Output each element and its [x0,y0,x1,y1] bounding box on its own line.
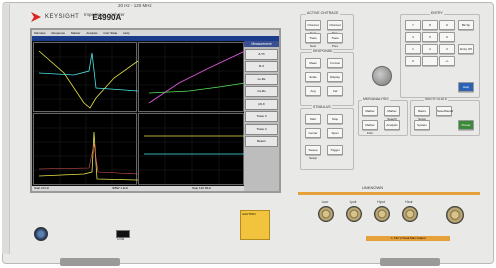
softkey[interactable]: Trace 4 [245,123,278,135]
hcur-connector-icon[interactable] [402,206,418,222]
active-group-label: ACTIVE CH/TRACE [306,11,340,15]
softkey[interactable]: Cs-Rs [245,86,278,97]
lpot-connector-icon[interactable] [346,206,362,222]
lcur-connector-icon[interactable] [318,206,334,222]
digit-3-key[interactable]: 3 [439,44,455,54]
digit-1-key[interactable]: 1 [405,44,421,54]
marker-func-key[interactable]: Marker Fctn [362,120,378,135]
sweep-setup-key[interactable]: Sweep Setup [305,145,321,160]
softkey[interactable]: Z-Th [245,48,278,60]
softkey[interactable]: Trace 3 [245,111,278,122]
marker-search-key[interactable]: Marker Search [384,106,400,121]
cal-key[interactable]: Cal [327,86,343,96]
window-titlebar: E4990A Impedance Analyzer [32,36,279,50]
output-warning: ⚠ ±42 V Peak Max Output [366,236,450,241]
softkey[interactable]: R-X [245,61,278,72]
display-screen[interactable]: Stimulus Response Marker Analysis Instr … [32,30,279,191]
power-button-icon[interactable] [34,227,48,241]
save-recall-key[interactable]: Save/Recall [436,106,453,116]
softkey[interactable]: |Z|-θ [245,98,278,110]
start-key[interactable]: Start [305,114,321,124]
screen-bezel: Stimulus Response Marker Analysis Instr … [30,28,281,193]
help-key[interactable]: Help [458,82,474,92]
trace-window-2[interactable] [138,42,246,113]
status-bar: Start 20 Hz IFBW 1 kHz Stop 120 MHz [32,186,244,191]
trace-next-key[interactable]: Trace Next [305,33,321,48]
softkey-menu-title: Measurement [244,41,279,47]
unknown-label: UNKNOWN [362,185,384,190]
channel-prev-key[interactable]: Channel Prev [327,20,343,35]
digit-7-key[interactable]: 7 [405,20,421,30]
analysis-key[interactable]: Analysis [384,120,400,130]
unknown-top-bar [298,192,480,195]
product-subtitle: Impedance Analyzer [84,12,125,17]
digit-9-key[interactable]: 9 [439,20,455,30]
lcur-label: Lcur [321,200,329,204]
avg-key[interactable]: Avg [305,86,321,96]
trace-window-3[interactable] [33,113,139,186]
status-ifbw: IFBW 1 kHz [112,186,129,190]
foot-right [380,258,440,266]
digit-0-key[interactable]: 0 [405,56,421,66]
trace-plot-2 [139,43,246,113]
usb-label: USB [117,237,125,241]
digit-6-key[interactable]: 6 [439,32,455,42]
softkey[interactable]: Ls-Rs [245,73,278,85]
bksp-key[interactable]: Bk Sp [458,20,474,30]
hcur-label: Hcur [405,200,413,204]
softkey-menu: Measurement Z-Th R-X Ls-Rs Cs-Rs |Z|-θ T… [244,41,279,191]
stimulus-group-label: STIMULUS [312,105,332,109]
side-strip [2,4,10,254]
trigger-key[interactable]: Trigger [327,145,343,155]
digit-4-key[interactable]: 4 [405,32,421,42]
stop-key[interactable]: Stop [327,114,343,124]
brand-name: KEYSIGHT [45,14,80,20]
digit-2-key[interactable]: 2 [422,44,438,54]
trace-prev-key[interactable]: Trace Prev [327,33,343,48]
caution-text: CAUTION [242,212,256,216]
keysight-logo-icon [31,12,41,22]
marker-key[interactable]: Marker [362,106,378,116]
digit-8-key[interactable]: 8 [422,20,438,30]
entry-off-key[interactable]: Entry Off [458,44,474,54]
system-key[interactable]: System [414,120,430,130]
span-key[interactable]: Span [327,128,343,138]
response-group-label: RESPONSE [312,49,334,53]
trace-plot-4 [139,114,245,186]
sign-key[interactable]: +/- [439,56,455,66]
frequency-range: 20 Hz - 120 MHz [118,3,152,8]
caution-label: CAUTION [240,210,270,240]
digit-5-key[interactable]: 5 [422,32,438,42]
center-key[interactable]: Center [305,128,321,138]
entry-group-label: ENTRY [430,11,444,15]
macro-setup-key[interactable]: Macro Setup [414,106,430,121]
marker-group-label: MKR/ANALYSIS [362,97,390,101]
decimal-key[interactable]: . [422,56,438,66]
foot-left [60,258,120,266]
trace-window-4[interactable] [138,113,245,186]
trace-plot-1 [34,43,139,113]
status-start: Start 20 Hz [34,186,50,190]
scale-key[interactable]: Scale [305,72,321,82]
brand: KEYSIGHT E4990A [30,7,121,27]
channel-next-key[interactable]: Channel Next [305,20,321,35]
softkey[interactable]: Return [245,136,278,147]
meas-key[interactable]: Meas [305,58,321,68]
trace-window-1[interactable] [33,42,139,113]
lpot-label: Lpot [349,200,357,204]
display-key[interactable]: Display [327,72,343,82]
status-stop: Stop 120 MHz [192,186,212,190]
rotary-knob-icon[interactable] [372,66,392,86]
format-key[interactable]: Format [327,58,343,68]
trace-plot-3 [34,114,139,186]
hpot-label: Hpot [377,200,385,204]
preset-key[interactable]: Preset [458,120,474,130]
guard-connector-icon[interactable] [446,206,464,224]
hpot-connector-icon[interactable] [374,206,390,222]
